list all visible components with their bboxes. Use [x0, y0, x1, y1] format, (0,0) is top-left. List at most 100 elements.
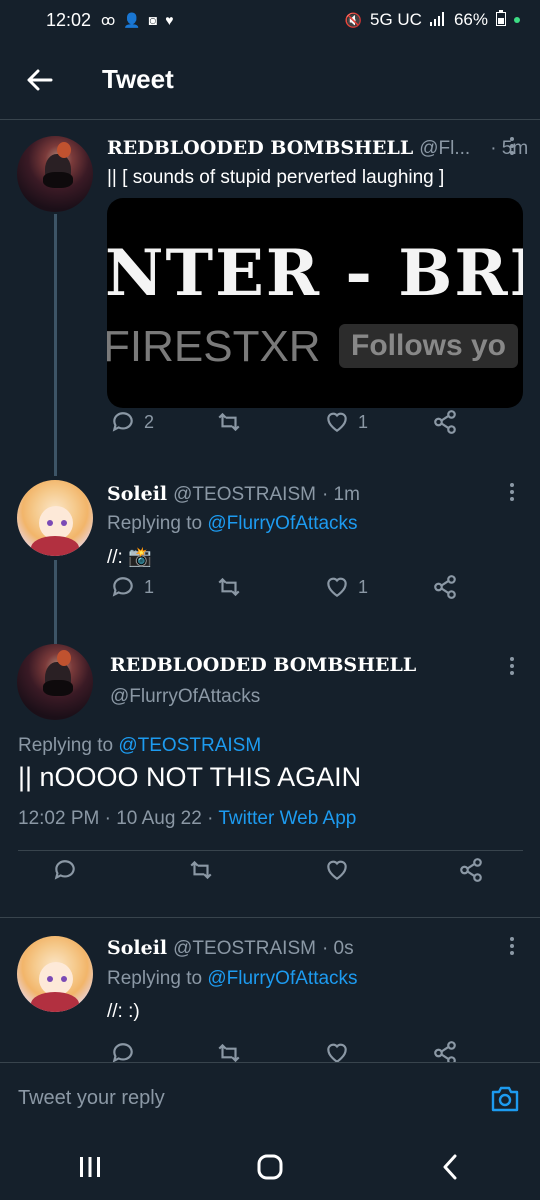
more-options-button[interactable] — [502, 654, 522, 678]
like-count: 1 — [358, 411, 369, 432]
more-options-button[interactable] — [502, 480, 522, 504]
share-icon — [434, 410, 456, 434]
replying-to-prefix: Replying to — [107, 968, 208, 989]
thread-connector — [54, 560, 57, 644]
replying-to-prefix: Replying to — [107, 513, 208, 534]
retweet-button[interactable] — [216, 574, 242, 600]
heart-outline-icon — [327, 412, 347, 432]
reply-count: 1 — [144, 576, 155, 597]
tweet-header: REDBLOODED BOMBSHELL @Fl... · 5m — [107, 137, 528, 160]
recent-apps-button[interactable] — [60, 1142, 120, 1192]
heart-icon: ♥ — [165, 11, 174, 28]
battery-icon — [496, 9, 506, 31]
heart-outline-icon — [327, 577, 347, 597]
discord-icon: ◙ — [148, 11, 158, 28]
arrow-left-icon — [27, 69, 53, 90]
camera-button[interactable] — [488, 1082, 522, 1116]
avatar[interactable] — [17, 480, 93, 556]
like-button[interactable]: 1 — [324, 574, 368, 600]
display-name[interactable]: Soleil — [107, 937, 167, 959]
tweet-header: Soleil @TEOSTRAISM · 0s — [107, 937, 354, 960]
reply-input[interactable]: Tweet your reply — [18, 1087, 165, 1110]
system-nav-bar — [0, 1134, 540, 1200]
reply-icon — [54, 860, 75, 880]
share-icon — [434, 575, 456, 599]
media-text-line1: NTER - BREA — [107, 236, 523, 311]
reply-composer[interactable]: Tweet your reply — [0, 1062, 540, 1134]
camera-icon — [491, 1086, 519, 1111]
timestamp-text: 12:02 PM · 10 Aug 22 · — [18, 808, 219, 829]
share-icon — [460, 858, 482, 882]
divider — [18, 850, 523, 851]
page-title: Tweet — [102, 64, 174, 94]
tweet-text: //: :) — [107, 1001, 140, 1022]
thread-connector — [54, 214, 57, 476]
username[interactable]: @Fl... — [419, 138, 470, 160]
status-bar: 12:02 ꝏ 👤 ◙ ♥ 🔇 5G UC 66% — [0, 0, 540, 40]
username[interactable]: @TEOSTRAISM — [173, 484, 316, 506]
like-button[interactable] — [324, 857, 350, 883]
retweet-icon — [190, 860, 212, 880]
share-button[interactable] — [432, 1040, 458, 1062]
more-options-button[interactable] — [502, 934, 522, 958]
home-button[interactable] — [240, 1142, 300, 1192]
display-name[interactable]: REDBLOODED BOMBSHELL — [107, 137, 413, 159]
reply-icon — [112, 1043, 133, 1062]
reply-icon — [112, 577, 133, 597]
reply-icon — [112, 412, 133, 432]
share-button[interactable] — [432, 409, 458, 435]
home-icon — [257, 1154, 283, 1180]
username[interactable]: @FlurryOfAttacks — [110, 686, 260, 708]
chevron-left-icon — [443, 1154, 457, 1180]
username[interactable]: @TEOSTRAISM — [173, 938, 316, 960]
heart-outline-icon — [327, 860, 347, 880]
tweet-actions — [110, 1040, 460, 1062]
reply-button[interactable] — [52, 857, 78, 883]
display-name[interactable]: REDBLOODED BOMBSHELL — [110, 654, 416, 676]
divider — [0, 917, 540, 918]
share-button[interactable] — [432, 574, 458, 600]
tweet-text: //: 📸 — [107, 547, 152, 568]
charging-dot-icon — [514, 17, 520, 23]
more-options-button[interactable] — [502, 134, 522, 158]
system-back-button[interactable] — [420, 1142, 480, 1192]
like-button[interactable] — [324, 1040, 350, 1062]
tweet-timestamp: 12:02 PM · 10 Aug 22 · Twitter Web App — [18, 808, 356, 830]
top-app-bar: Tweet — [0, 40, 540, 120]
battery-percent: 66% — [453, 10, 488, 29]
main-tweet-text: || nOOOO NOT THIS AGAIN — [18, 762, 362, 792]
retweet-icon — [218, 577, 240, 597]
replying-to: Replying to @TEOSTRAISM — [18, 735, 261, 757]
tweet-source-link[interactable]: Twitter Web App — [218, 808, 356, 829]
like-button[interactable]: 1 — [324, 409, 368, 435]
reply-button[interactable]: 2 — [110, 409, 154, 435]
tweet-time: · 1m — [321, 484, 360, 505]
reply-button[interactable] — [110, 1040, 136, 1062]
avatar[interactable] — [17, 136, 93, 212]
retweet-button[interactable] — [216, 1040, 242, 1062]
like-count: 1 — [358, 576, 369, 597]
replying-to: Replying to @FlurryOfAttacks — [107, 513, 358, 535]
share-button[interactable] — [458, 857, 484, 883]
network-label: 5G UC — [370, 10, 422, 29]
retweet-button[interactable] — [188, 857, 214, 883]
tweet-media-image[interactable]: NTER - BREA FIRESTXR Follows yo — [107, 198, 523, 408]
replying-to-link[interactable]: @FlurryOfAttacks — [207, 968, 357, 989]
replying-to-link[interactable]: @FlurryOfAttacks — [207, 513, 357, 534]
tweet-header: Soleil @TEOSTRAISM · 1m — [107, 483, 360, 506]
back-button[interactable] — [0, 40, 80, 120]
avatar[interactable] — [17, 936, 93, 1012]
retweet-button[interactable] — [216, 409, 242, 435]
recent-apps-icon — [80, 1157, 100, 1177]
reply-count: 2 — [144, 411, 155, 432]
mute-icon: 🔇 — [344, 11, 362, 28]
display-name[interactable]: Soleil — [107, 483, 167, 505]
replying-to-link[interactable]: @TEOSTRAISM — [118, 735, 261, 756]
status-time: 12:02 — [46, 9, 92, 30]
reply-button[interactable]: 1 — [110, 574, 154, 600]
tweet-time: · 0s — [321, 938, 354, 959]
heart-outline-icon — [327, 1043, 347, 1062]
replying-to: Replying to @FlurryOfAttacks — [107, 968, 358, 990]
avatar[interactable] — [17, 644, 93, 720]
share-icon — [434, 1041, 456, 1062]
